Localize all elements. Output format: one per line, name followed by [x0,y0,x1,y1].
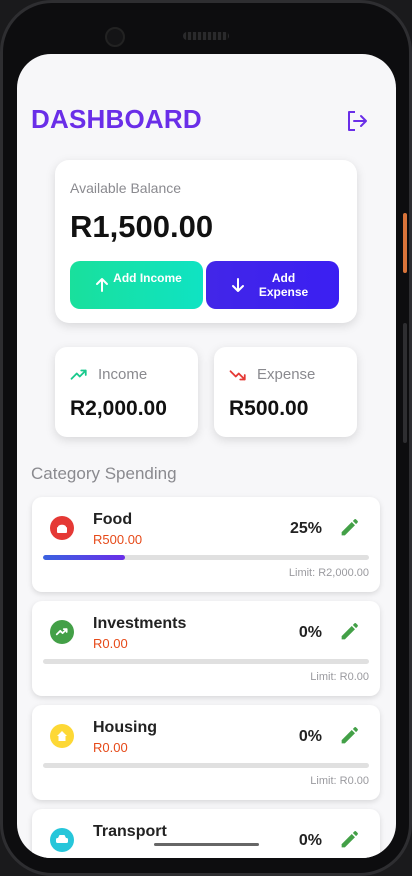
volume-button [403,323,407,443]
category-name: Transport [93,823,167,840]
balance-card: Available Balance R1,500.00 Add Income A… [55,160,357,323]
income-value: R2,000.00 [70,397,167,420]
category-name: Food [93,511,133,528]
home-indicator[interactable] [154,843,259,846]
progress-track [43,555,369,560]
logout-icon[interactable] [345,109,369,133]
category-percent: 0% [298,832,322,849]
add-income-button[interactable]: Add Income [70,261,203,309]
category-card-food[interactable]: Food R500.00 25% Limit: R2,000.00 [32,497,380,592]
progress-track [43,763,369,768]
phone-frame: DASHBOARD Available Balance R1,500.00 Ad… [0,0,412,876]
edit-icon[interactable] [338,621,360,643]
income-label: Income [98,366,148,383]
balance-label: Available Balance [70,180,182,196]
progress-track [43,659,369,664]
trending-up-icon [50,620,74,644]
car-icon [50,828,74,852]
category-amount: R0.00 [93,740,128,755]
arrow-up-icon [96,278,108,292]
edit-icon[interactable] [338,517,360,539]
expense-label: Expense [257,366,316,383]
app-screen: DASHBOARD Available Balance R1,500.00 Ad… [17,54,396,858]
add-income-label: Add Income [113,271,182,285]
trending-down-icon [229,370,246,381]
add-expense-button[interactable]: Add Expense [206,261,339,309]
category-card-investments[interactable]: Investments R0.00 0% Limit: R0.00 [32,601,380,696]
category-card-housing[interactable]: Housing R0.00 0% Limit: R0.00 [32,705,380,800]
power-button [403,213,407,273]
category-percent: 25% [289,520,322,537]
page-title: DASHBOARD [31,104,202,134]
add-expense-label: Add Expense [258,271,309,299]
category-percent: 0% [298,728,322,745]
category-name: Investments [93,615,187,632]
category-percent: 0% [298,624,322,641]
edit-icon[interactable] [338,725,360,747]
category-limit: Limit: R2,000.00 [288,567,369,579]
balance-value: R1,500.00 [70,209,214,244]
edit-icon[interactable] [338,829,360,851]
category-limit: Limit: R0.00 [310,671,369,683]
category-name: Housing [93,719,157,736]
category-amount: R0.00 [93,636,128,651]
category-amount: R500.00 [93,532,143,547]
restaurant-icon [50,516,74,540]
category-card-transport[interactable]: Transport 0% [32,809,380,858]
trending-up-icon [70,369,87,380]
home-icon [50,724,74,748]
earpiece-speaker [183,32,229,40]
income-card: Income R2,000.00 [55,347,198,437]
category-limit: Limit: R0.00 [310,775,369,787]
expense-card: Expense R500.00 [214,347,357,437]
progress-fill [43,555,125,560]
expense-value: R500.00 [229,397,309,420]
front-camera [105,27,125,47]
arrow-down-icon [232,278,244,292]
category-section-title: Category Spending [31,464,177,483]
